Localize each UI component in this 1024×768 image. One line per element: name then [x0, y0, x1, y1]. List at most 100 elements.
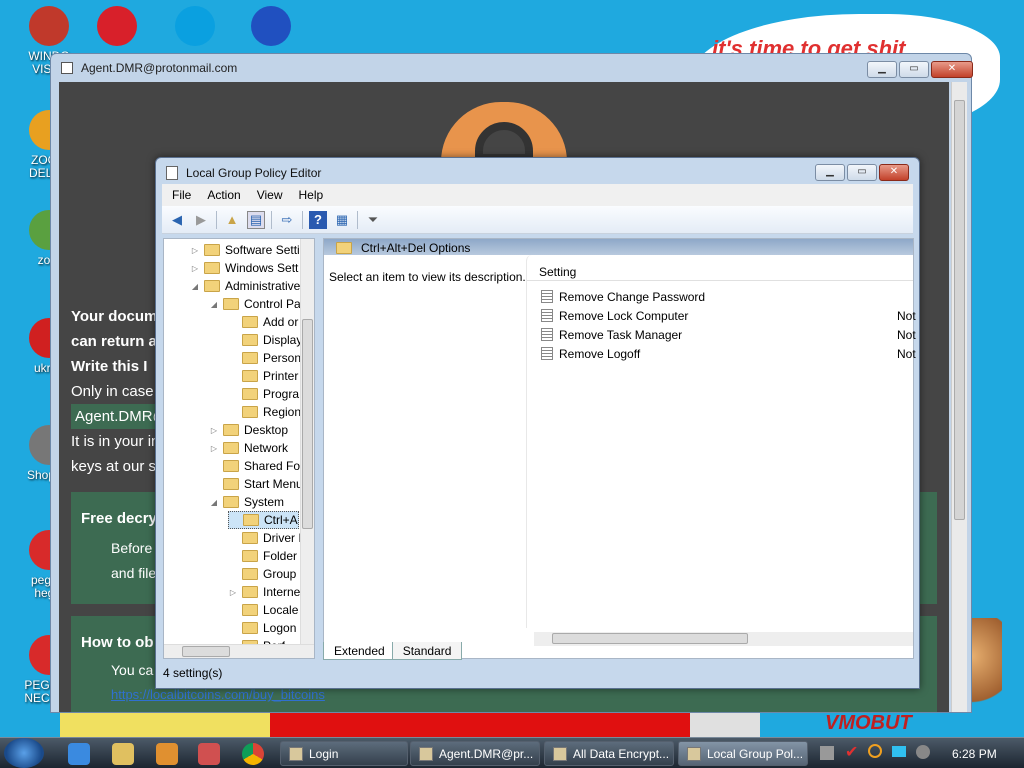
tree-item[interactable]: Person: [228, 349, 301, 367]
maximize-button[interactable]: ▭: [847, 164, 877, 181]
setting-state: Not: [897, 346, 916, 361]
details-hscroll-thumb[interactable]: [552, 633, 748, 644]
start-button[interactable]: [4, 738, 44, 768]
setting-row[interactable]: Remove Logoff Not: [541, 344, 916, 363]
tree-item[interactable]: ▷ Interne: [228, 583, 300, 601]
ie-icon[interactable]: [68, 743, 90, 765]
tray-volume-icon[interactable]: [916, 745, 930, 759]
tab-standard[interactable]: Standard: [391, 642, 463, 660]
tree-scroll-thumb[interactable]: [302, 319, 313, 529]
media-player-icon[interactable]: [156, 743, 178, 765]
tree-item[interactable]: Logon: [228, 619, 296, 637]
tree-item-label: Display: [263, 333, 303, 347]
tree-item-label: Shared Fol: [244, 459, 303, 473]
tray-monitor-icon[interactable]: [892, 746, 906, 757]
tree-item[interactable]: ◢ Control Pa: [209, 295, 301, 313]
forward-arrow-icon[interactable]: ▶: [192, 211, 210, 229]
folder-icon: [223, 460, 239, 472]
folder-icon: [223, 478, 239, 490]
tree-item[interactable]: ▷ Desktop: [209, 421, 288, 439]
show-hide-tree-icon[interactable]: ▤: [247, 210, 265, 229]
expand-arrow-icon[interactable]: ▷: [190, 264, 200, 273]
tree-item[interactable]: ◢ Administrative: [190, 277, 300, 295]
close-button[interactable]: ✕: [879, 164, 909, 181]
tree-item[interactable]: Progra: [228, 385, 299, 403]
menu-view[interactable]: View: [257, 188, 283, 202]
minimize-button[interactable]: ▁: [815, 164, 845, 181]
ransom-line-4: Only in case: [71, 383, 154, 400]
tree-item[interactable]: Ctrl+A: [228, 511, 299, 529]
desktop-icon[interactable]: [160, 6, 230, 50]
task-gpedit[interactable]: Local Group Pol...: [678, 741, 808, 766]
chrome-icon[interactable]: [242, 743, 264, 765]
tree-item[interactable]: Add or: [228, 313, 298, 331]
expand-arrow-icon[interactable]: ▷: [209, 426, 219, 435]
menu-file[interactable]: File: [172, 188, 191, 202]
expand-arrow-icon[interactable]: ▷: [190, 246, 200, 255]
task-encrypted[interactable]: All Data Encrypt...: [544, 741, 674, 766]
tab-extended[interactable]: Extended: [323, 642, 396, 660]
tree-pane[interactable]: ▷ Software Setti ▷ Windows Sett ◢ Administrat…: [163, 238, 315, 659]
clock[interactable]: 6:28 PM: [952, 747, 997, 761]
tree-item[interactable]: Driver I: [228, 529, 302, 547]
tray-check-icon[interactable]: ✔: [845, 742, 858, 762]
export-list-icon[interactable]: ⇨: [278, 211, 296, 229]
task-login[interactable]: Login: [280, 741, 408, 766]
tree-item-label: Driver I: [263, 531, 302, 545]
tray-network-icon[interactable]: [820, 746, 834, 760]
tree-item[interactable]: Folder: [228, 547, 297, 565]
desktop-icon[interactable]: [236, 6, 306, 50]
tree-item[interactable]: Printer: [228, 367, 298, 385]
expand-arrow-icon[interactable]: ◢: [190, 282, 200, 291]
tree-item[interactable]: ▷ Windows Sett: [190, 259, 298, 277]
back-arrow-icon[interactable]: ◀: [168, 211, 186, 229]
folder-icon: [242, 388, 258, 400]
tree-item[interactable]: Region: [228, 403, 301, 421]
gpedit-window[interactable]: Local Group Policy Editor ▁ ▭ ✕ File Act…: [155, 157, 920, 689]
ransom-line-7: keys at our s: [71, 458, 157, 475]
tray-search-icon[interactable]: [868, 744, 882, 758]
up-folder-icon[interactable]: ▲: [223, 211, 241, 229]
tree-item[interactable]: ▷ Network: [209, 439, 288, 457]
desktop-icon[interactable]: [82, 6, 152, 50]
maximize-button[interactable]: ▭: [899, 61, 929, 78]
filter-icon[interactable]: ⏷: [364, 211, 382, 229]
tree-hscroll-thumb[interactable]: [182, 646, 230, 657]
tree-item[interactable]: Locale: [228, 601, 298, 619]
tree-vscrollbar[interactable]: [300, 239, 314, 644]
explorer-icon[interactable]: [112, 743, 134, 765]
expand-arrow-icon[interactable]: ◢: [209, 300, 219, 309]
tree-hscrollbar[interactable]: [164, 644, 314, 658]
tree-item[interactable]: ▷ Software Setti: [190, 241, 300, 259]
taskbar: Login Agent.DMR@pr... All Data Encrypt..…: [0, 737, 1024, 768]
folder-icon: [204, 262, 220, 274]
ransom-titlebar[interactable]: Agent.DMR@protonmail.com: [51, 54, 971, 82]
tree-item[interactable]: Group: [228, 565, 296, 583]
expand-arrow-icon[interactable]: ▷: [209, 444, 219, 453]
free-line-1: Before: [111, 540, 153, 556]
help-icon[interactable]: ?: [309, 210, 327, 229]
paint-icon[interactable]: [198, 743, 220, 765]
menu-action[interactable]: Action: [207, 188, 240, 202]
ransom-email-box[interactable]: Agent.DMR@: [71, 404, 168, 429]
setting-name: Remove Change Password: [559, 289, 706, 304]
expand-arrow-icon[interactable]: ◢: [209, 498, 219, 507]
minimize-button[interactable]: ▁: [867, 61, 897, 78]
folder-icon: [336, 242, 352, 254]
properties-icon[interactable]: ▦: [333, 211, 351, 229]
close-button[interactable]: ✕: [931, 61, 973, 78]
menu-help[interactable]: Help: [299, 188, 324, 202]
ransom-scrollbar[interactable]: [951, 82, 967, 712]
setting-row[interactable]: Remove Lock Computer Not: [541, 306, 916, 325]
tree-item[interactable]: Start Menu: [209, 475, 303, 493]
setting-row[interactable]: Remove Task Manager Not: [541, 325, 916, 344]
tree-item[interactable]: Display: [228, 331, 302, 349]
task-agent[interactable]: Agent.DMR@pr...: [410, 741, 540, 766]
setting-row[interactable]: Remove Change Password: [541, 287, 913, 306]
tree-item[interactable]: ◢ System: [209, 493, 284, 511]
expand-arrow-icon[interactable]: ▷: [228, 588, 238, 597]
details-hscrollbar[interactable]: [534, 632, 913, 646]
column-header-setting[interactable]: Setting: [527, 263, 913, 281]
tree-item[interactable]: Shared Fol: [209, 457, 303, 475]
scroll-thumb[interactable]: [954, 100, 965, 520]
